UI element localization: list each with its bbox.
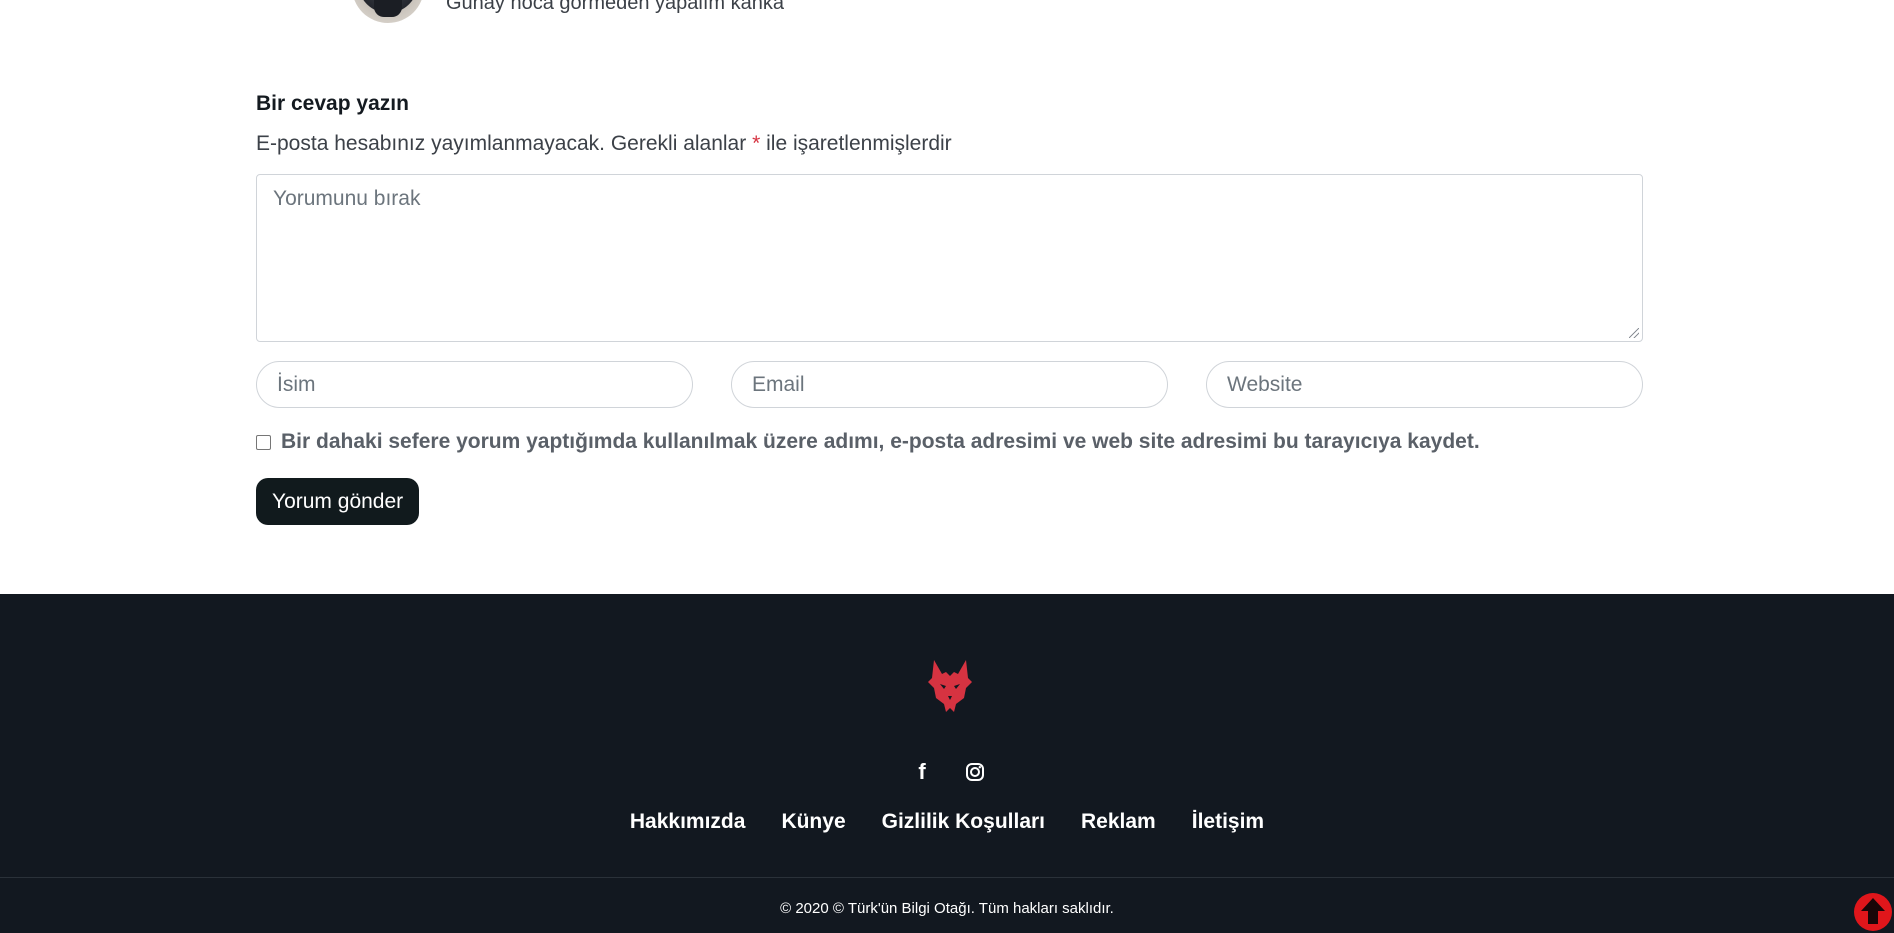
author-fields: İsim Email Website	[256, 361, 1643, 408]
comment-textarea[interactable]: Yorumunu bırak	[256, 174, 1643, 342]
email-field[interactable]: Email	[731, 361, 1168, 408]
arrow-up-circle-icon[interactable]	[1852, 891, 1894, 933]
reply-notes-prefix: E-posta hesabınız yayımlanmayacak. Gerek…	[256, 132, 747, 155]
consent-label[interactable]: Bir dahaki sefere yorum yaptığımda kulla…	[281, 430, 1480, 454]
site-footer: f Hakkımızda Künye Gizlilik Koşulları Re…	[0, 594, 1894, 933]
required-mark: *	[752, 132, 761, 155]
email-placeholder: Email	[752, 372, 805, 396]
facebook-icon[interactable]: f	[911, 759, 933, 784]
wolf-head-icon[interactable]	[926, 658, 974, 712]
instagram-icon[interactable]	[964, 761, 986, 783]
previous-comment-text: Günay hoca görmeden yapalım kanka	[446, 0, 784, 14]
footer-divider	[0, 877, 1894, 878]
avatar	[352, 0, 424, 23]
comment-placeholder: Yorumunu bırak	[273, 187, 421, 210]
consent-row: Bir dahaki sefere yorum yaptığımda kulla…	[256, 430, 1643, 454]
footer-link-imprint[interactable]: Künye	[781, 810, 845, 834]
consent-checkbox[interactable]	[256, 434, 271, 450]
website-field[interactable]: Website	[1206, 361, 1643, 408]
previous-comment: Günay hoca görmeden yapalım kanka	[352, 0, 784, 23]
footer-nav: Hakkımızda Künye Gizlilik Koşulları Rekl…	[0, 810, 1894, 834]
reply-notes: E-posta hesabınız yayımlanmayacak. Gerek…	[256, 132, 1643, 156]
copyright-text: © 2020 © Türk'ün Bilgi Otağı. Tüm haklar…	[780, 900, 1114, 917]
name-field[interactable]: İsim	[256, 361, 693, 408]
reply-form: Bir cevap yazın E-posta hesabınız yayıml…	[256, 92, 1643, 525]
submit-comment-button[interactable]: Yorum gönder	[256, 478, 420, 525]
reply-notes-suffix: ile işaretlenmişlerdir	[766, 132, 952, 155]
footer-link-ads[interactable]: Reklam	[1081, 810, 1156, 834]
name-placeholder: İsim	[277, 372, 316, 396]
footer-link-about[interactable]: Hakkımızda	[630, 810, 746, 834]
footer-link-privacy[interactable]: Gizlilik Koşulları	[882, 810, 1045, 834]
reply-title: Bir cevap yazın	[256, 92, 409, 115]
website-placeholder: Website	[1227, 372, 1303, 396]
footer-link-contact[interactable]: İletişim	[1192, 810, 1264, 834]
resize-grip-icon[interactable]	[1629, 328, 1639, 338]
